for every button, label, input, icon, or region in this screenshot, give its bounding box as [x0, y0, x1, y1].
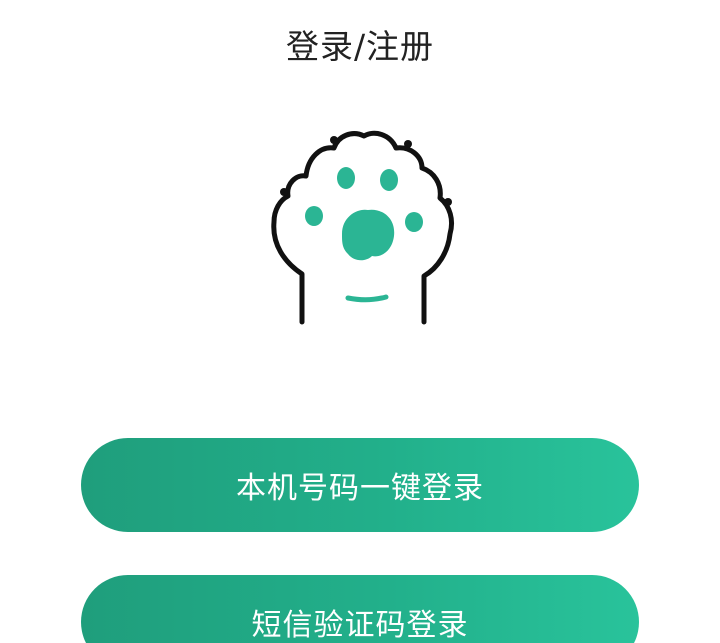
paw-tip [444, 198, 452, 206]
one-click-login-button[interactable]: 本机号码一键登录 [81, 438, 639, 532]
one-click-login-label: 本机号码一键登录 [236, 471, 484, 506]
toe-bean [380, 169, 398, 191]
page-title: 登录/注册 [285, 27, 435, 66]
login-screen: 登录/注册 本机号码一键登录 短信验证码登录 [0, 0, 720, 643]
toe-bean [405, 212, 423, 232]
paw-tip [330, 136, 338, 144]
cat-paw-icon [271, 130, 455, 325]
wrist-line [345, 294, 389, 303]
toe-bean [337, 167, 355, 189]
paw-tip [404, 140, 412, 148]
paw-tip [280, 188, 288, 196]
sms-login-button[interactable]: 短信验证码登录 [81, 575, 639, 643]
sms-login-label: 短信验证码登录 [251, 608, 469, 643]
toe-bean [305, 206, 323, 226]
